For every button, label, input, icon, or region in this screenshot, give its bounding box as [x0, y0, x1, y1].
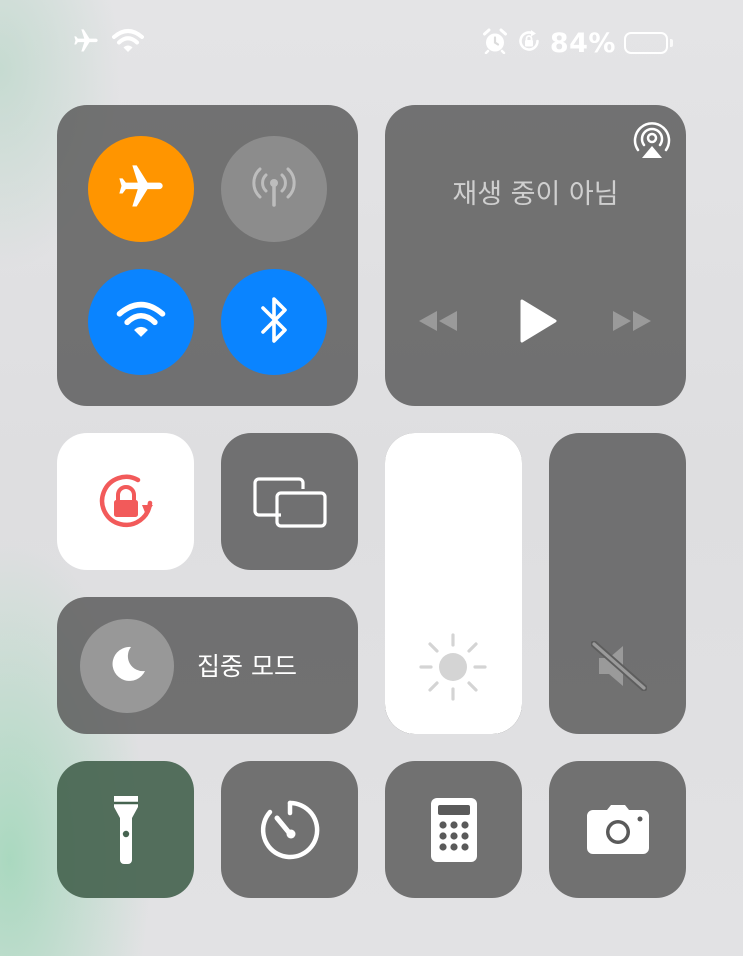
sun-icon	[417, 631, 489, 707]
airplane-mode-toggle[interactable]	[88, 136, 194, 242]
focus-mode-button[interactable]: 집중 모드	[57, 597, 358, 734]
status-bar-right: 84%	[482, 26, 673, 60]
focus-mode-icon-circle	[80, 619, 174, 713]
timer-button[interactable]	[221, 761, 358, 898]
status-bar-left	[72, 26, 144, 60]
focus-mode-label: 집중 모드	[197, 652, 297, 681]
flashlight-button[interactable]	[57, 761, 194, 898]
now-playing-title: 재생 중이 아님	[452, 179, 619, 210]
airplane-icon	[115, 161, 167, 217]
screen-mirroring-icon	[251, 475, 329, 535]
play-icon[interactable]	[516, 298, 558, 348]
calculator-icon	[430, 797, 478, 867]
airplay-icon[interactable]	[632, 121, 672, 165]
speaker-muted-icon	[590, 640, 648, 695]
flashlight-icon	[109, 794, 143, 870]
now-playing-panel[interactable]: 재생 중이 아님	[385, 105, 686, 406]
battery-icon	[624, 32, 673, 54]
orientation-lock-icon	[91, 467, 161, 541]
brightness-slider[interactable]	[385, 433, 522, 734]
wifi-icon	[112, 28, 144, 58]
battery-percentage: 84%	[549, 27, 616, 59]
camera-icon	[585, 804, 651, 860]
volume-slider[interactable]	[549, 433, 686, 734]
wifi-toggle[interactable]	[88, 269, 194, 375]
airplane-icon	[72, 27, 100, 59]
camera-button[interactable]	[549, 761, 686, 898]
connectivity-panel	[57, 105, 358, 406]
alarm-icon	[482, 28, 508, 58]
bluetooth-icon	[257, 294, 291, 350]
fast-forward-icon[interactable]	[609, 305, 655, 341]
calculator-button[interactable]	[385, 761, 522, 898]
cellular-antenna-icon	[246, 159, 302, 219]
orientation-lock-icon	[516, 28, 542, 58]
timer-icon	[258, 798, 322, 866]
rewind-icon[interactable]	[415, 305, 461, 341]
screen-mirroring-button[interactable]	[221, 433, 358, 570]
cellular-data-toggle[interactable]	[221, 136, 327, 242]
moon-icon	[104, 641, 150, 691]
orientation-lock-toggle[interactable]	[57, 433, 194, 570]
wifi-icon	[116, 300, 166, 344]
bluetooth-toggle[interactable]	[221, 269, 327, 375]
